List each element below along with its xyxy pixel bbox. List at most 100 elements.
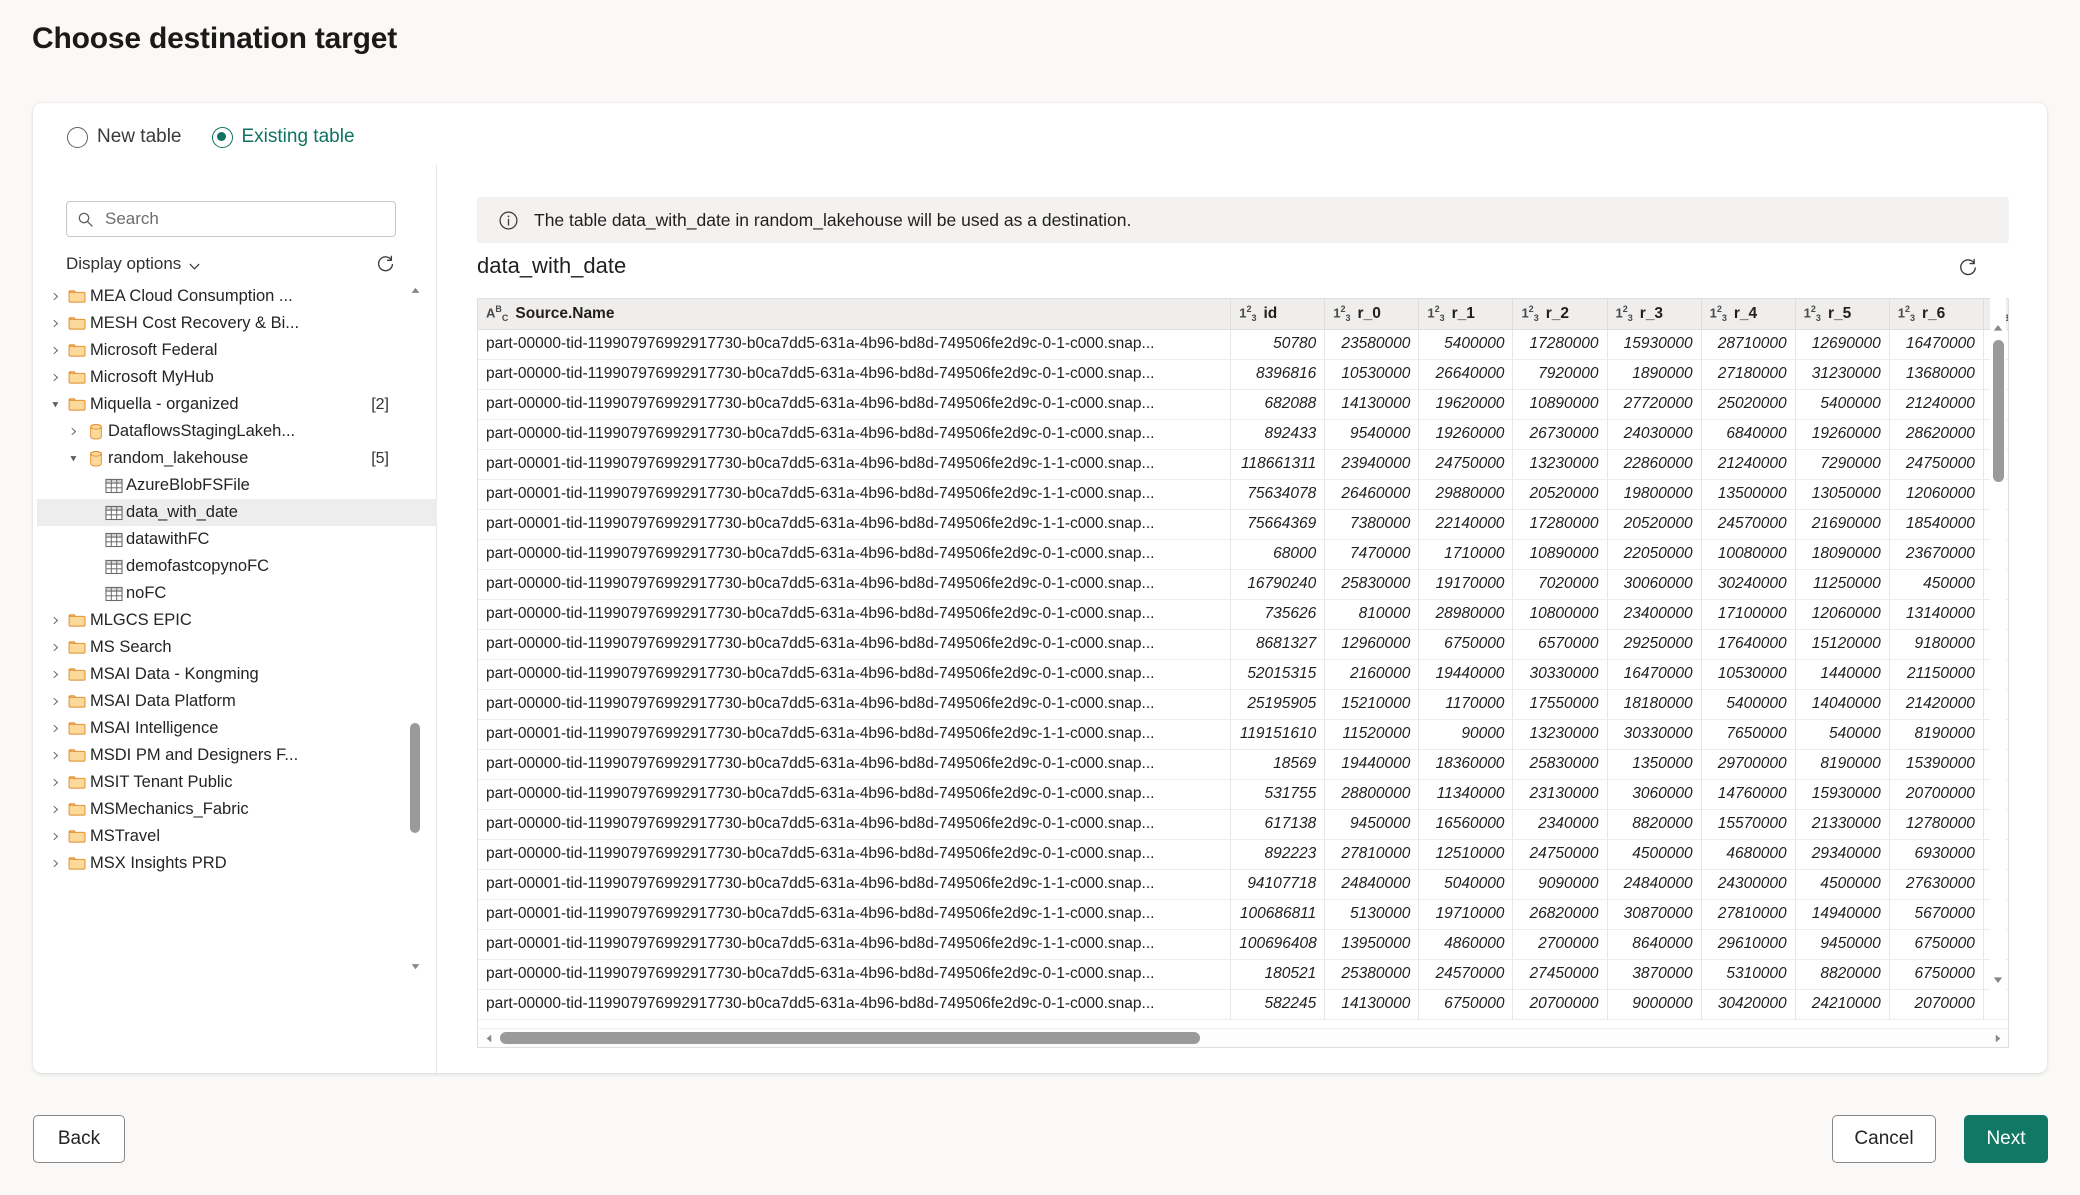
tree-item-msx-insights-prd[interactable]: MSX Insights PRD: [37, 850, 437, 877]
table-row[interactable]: part-00000-tid-119907976992917730-b0ca7d…: [478, 539, 2008, 570]
table-row[interactable]: part-00000-tid-119907976992917730-b0ca7d…: [478, 959, 2008, 990]
tree-scrollbar-thumb[interactable]: [410, 723, 420, 833]
search-input[interactable]: [103, 208, 385, 230]
column-header-r-0[interactable]: 123 r_0: [1324, 299, 1420, 330]
table-row[interactable]: part-00001-tid-119907976992917730-b0ca7d…: [478, 899, 2008, 930]
radio-new-table[interactable]: New table: [67, 126, 182, 148]
tree-item-msit-tenant-public[interactable]: MSIT Tenant Public: [37, 769, 437, 796]
tree-scroll-up-icon[interactable]: [408, 283, 422, 297]
column-header-r-1[interactable]: 123 r_1: [1418, 299, 1514, 330]
twisty-collapsed-icon[interactable]: [45, 697, 65, 706]
grid-vertical-scrollbar[interactable]: [1990, 298, 2006, 998]
column-header-r-6[interactable]: 123 r_6: [1889, 299, 1984, 330]
table-row[interactable]: part-00000-tid-119907976992917730-b0ca7d…: [478, 659, 2008, 690]
grid-vertical-scrollbar-thumb[interactable]: [1993, 340, 2004, 482]
preview-data-grid[interactable]: ABC Source.Name 123 id 123 r_0 123 r_1 123 r_2 123…: [477, 298, 2009, 1028]
cancel-button[interactable]: Cancel: [1832, 1115, 1936, 1163]
column-header-source-name[interactable]: ABC Source.Name: [478, 299, 1232, 330]
lakehouse-tree[interactable]: MEA Cloud Consumption ... MESH Cost Recov…: [33, 283, 437, 973]
table-row[interactable]: part-00000-tid-119907976992917730-b0ca7d…: [478, 329, 2008, 360]
tree-item-mea-cloud-consumption[interactable]: MEA Cloud Consumption ...: [37, 283, 437, 310]
twisty-collapsed-icon[interactable]: [45, 373, 65, 382]
display-options-button[interactable]: Display options: [66, 254, 201, 274]
twisty-expanded-icon[interactable]: [63, 454, 83, 463]
table-row[interactable]: part-00001-tid-119907976992917730-b0ca7d…: [478, 869, 2008, 900]
twisty-collapsed-icon[interactable]: [45, 670, 65, 679]
grid-scroll-down-icon[interactable]: [1990, 972, 2006, 988]
cell-r_4: 10080000: [1701, 539, 1796, 570]
tree-item-msai-data-kongming[interactable]: MSAI Data - Kongming: [37, 661, 437, 688]
twisty-collapsed-icon[interactable]: [45, 643, 65, 652]
tree-item-msai-intelligence[interactable]: MSAI Intelligence: [37, 715, 437, 742]
twisty-collapsed-icon[interactable]: [45, 724, 65, 733]
tree-item-microsoft-myhub[interactable]: Microsoft MyHub: [37, 364, 437, 391]
radio-existing-table[interactable]: Existing table: [211, 126, 355, 148]
tree-item-ms-search[interactable]: MS Search: [37, 634, 437, 661]
table-row[interactable]: part-00000-tid-119907976992917730-b0ca7d…: [478, 389, 2008, 420]
tree-item-microsoft-federal[interactable]: Microsoft Federal: [37, 337, 437, 364]
twisty-collapsed-icon[interactable]: [45, 805, 65, 814]
column-header-r-3[interactable]: 123 r_3: [1607, 299, 1702, 330]
tree-item-nofc[interactable]: noFC: [37, 580, 437, 607]
tree-item-demofastcopynofc[interactable]: demofastcopynoFC: [37, 553, 437, 580]
twisty-collapsed-icon[interactable]: [45, 751, 65, 760]
tree-item-azureblobfsfile[interactable]: AzureBlobFSFile: [37, 472, 437, 499]
twisty-collapsed-icon[interactable]: [45, 832, 65, 841]
column-header-r-4[interactable]: 123 r_4: [1701, 299, 1796, 330]
column-header-id[interactable]: 123 id: [1230, 299, 1326, 330]
table-row[interactable]: part-00000-tid-119907976992917730-b0ca7d…: [478, 629, 2008, 660]
tree-scroll-down-icon[interactable]: [408, 959, 422, 973]
table-row[interactable]: part-00000-tid-119907976992917730-b0ca7d…: [478, 749, 2008, 780]
tree-item-mlgcs-epic[interactable]: MLGCS EPIC: [37, 607, 437, 634]
table-row[interactable]: part-00001-tid-119907976992917730-b0ca7d…: [478, 719, 2008, 750]
grid-scroll-up-icon[interactable]: [1990, 320, 2006, 336]
table-row[interactable]: part-00000-tid-119907976992917730-b0ca7d…: [478, 989, 2008, 1020]
table-row[interactable]: part-00000-tid-119907976992917730-b0ca7d…: [478, 839, 2008, 870]
tree-scrollbar[interactable]: [408, 283, 422, 973]
cell-r_0: 5130000: [1324, 899, 1420, 930]
column-header-r-5[interactable]: 123 r_5: [1795, 299, 1890, 330]
table-row[interactable]: part-00000-tid-119907976992917730-b0ca7d…: [478, 359, 2008, 390]
grid-horizontal-track[interactable]: [498, 1029, 1988, 1047]
table-row[interactable]: part-00000-tid-119907976992917730-b0ca7d…: [478, 419, 2008, 450]
tree-item-msmechanics-fabric[interactable]: MSMechanics_Fabric: [37, 796, 437, 823]
table-row[interactable]: part-00001-tid-119907976992917730-b0ca7d…: [478, 509, 2008, 540]
tree-item-msdi-pm-and-designers-f[interactable]: MSDI PM and Designers F...: [37, 742, 437, 769]
grid-scroll-left-icon[interactable]: [478, 1029, 498, 1047]
tree-item-mesh-cost-recovery-bi[interactable]: MESH Cost Recovery & Bi...: [37, 310, 437, 337]
preview-refresh-icon[interactable]: [1957, 257, 1979, 279]
tree-item-random-lakehouse[interactable]: random_lakehouse [5]: [37, 445, 437, 472]
refresh-icon[interactable]: [375, 254, 396, 275]
grid-scroll-right-icon[interactable]: [1988, 1029, 2008, 1047]
cell-id: 18569: [1230, 749, 1326, 780]
tree-item-mstravel[interactable]: MSTravel: [37, 823, 437, 850]
cell-r_6: 13140000: [1889, 599, 1984, 630]
search-box[interactable]: [66, 201, 396, 237]
table-row[interactable]: part-00001-tid-119907976992917730-b0ca7d…: [478, 929, 2008, 960]
table-row[interactable]: part-00000-tid-119907976992917730-b0ca7d…: [478, 599, 2008, 630]
twisty-collapsed-icon[interactable]: [63, 427, 83, 436]
tree-item-dataflowsstaginglakeh[interactable]: DataflowsStagingLakeh...: [37, 418, 437, 445]
twisty-expanded-icon[interactable]: [45, 400, 65, 409]
table-row[interactable]: part-00001-tid-119907976992917730-b0ca7d…: [478, 479, 2008, 510]
tree-item-msai-data-platform[interactable]: MSAI Data Platform: [37, 688, 437, 715]
table-row[interactable]: part-00000-tid-119907976992917730-b0ca7d…: [478, 809, 2008, 840]
grid-horizontal-scrollbar-thumb[interactable]: [500, 1032, 1200, 1044]
table-row[interactable]: part-00001-tid-119907976992917730-b0ca7d…: [478, 449, 2008, 480]
table-row[interactable]: part-00000-tid-119907976992917730-b0ca7d…: [478, 779, 2008, 810]
table-row[interactable]: part-00000-tid-119907976992917730-b0ca7d…: [478, 569, 2008, 600]
tree-item-datawithfc[interactable]: datawithFC: [37, 526, 437, 553]
tree-item-data-with-date[interactable]: data_with_date: [37, 499, 437, 526]
column-header-r-2[interactable]: 123 r_2: [1512, 299, 1608, 330]
twisty-collapsed-icon[interactable]: [45, 859, 65, 868]
twisty-collapsed-icon[interactable]: [45, 778, 65, 787]
twisty-collapsed-icon[interactable]: [45, 292, 65, 301]
twisty-collapsed-icon[interactable]: [45, 319, 65, 328]
twisty-collapsed-icon[interactable]: [45, 346, 65, 355]
table-row[interactable]: part-00000-tid-119907976992917730-b0ca7d…: [478, 689, 2008, 720]
back-button[interactable]: Back: [33, 1115, 125, 1163]
grid-horizontal-scrollbar[interactable]: [477, 1028, 2009, 1048]
tree-item-miquella-organized[interactable]: Miquella - organized [2]: [37, 391, 437, 418]
twisty-collapsed-icon[interactable]: [45, 616, 65, 625]
next-button[interactable]: Next: [1964, 1115, 2048, 1163]
